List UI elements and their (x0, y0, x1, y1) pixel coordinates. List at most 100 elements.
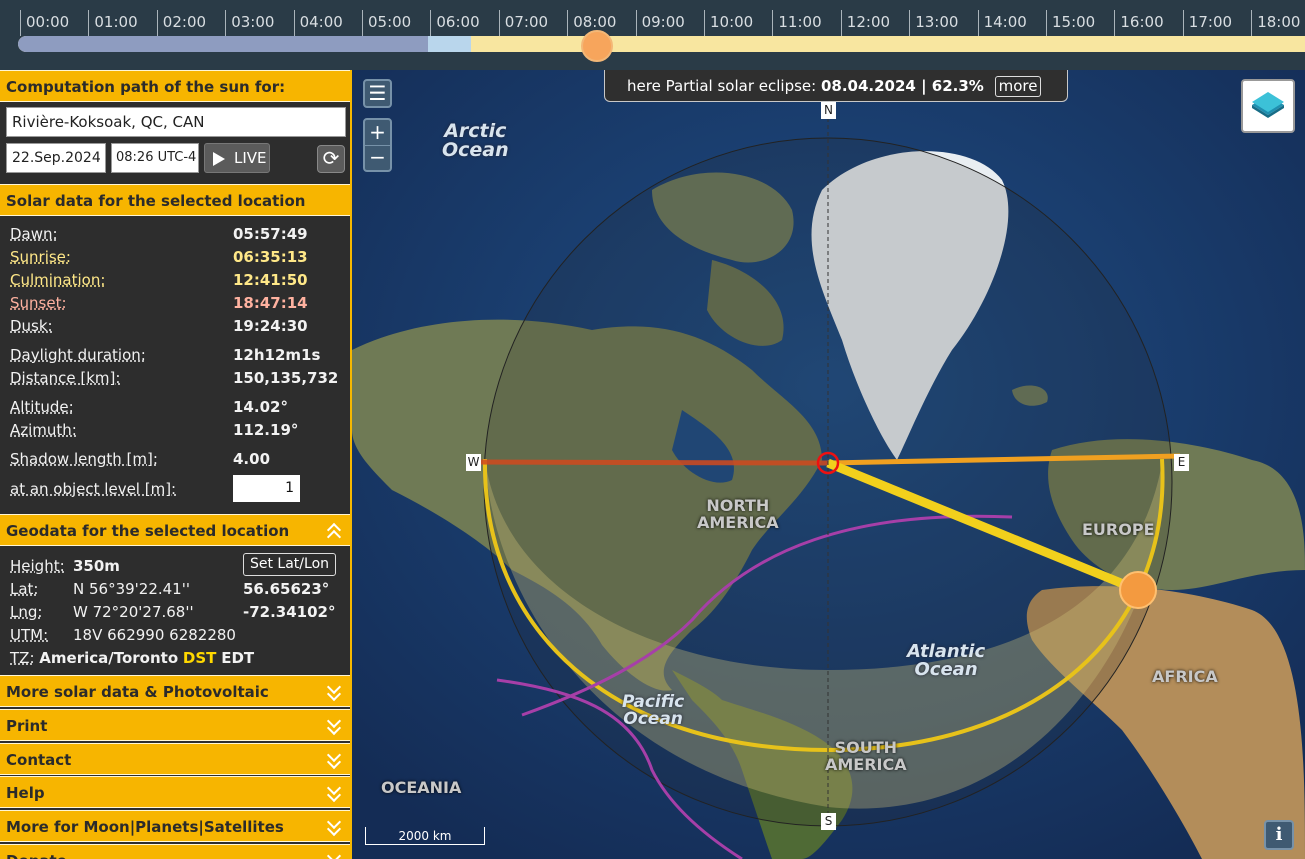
section-header-label: Contact (6, 750, 72, 769)
sidebar-panel: Computation path of the sun for: Rivière… (0, 70, 352, 859)
expand-icon (328, 784, 342, 802)
section-header[interactable]: More for Moon|Planets|Satellites (0, 810, 350, 843)
section-header[interactable]: Print (0, 708, 350, 741)
timeline-tick (156, 10, 158, 36)
daylight-value: 12h12m1s (233, 346, 321, 364)
timeline-tick (772, 10, 774, 36)
label-north-america-text: NORTH AMERICA (697, 496, 779, 532)
timeline-tick (293, 10, 295, 36)
sunset-direction-line (472, 459, 829, 466)
timeline-hour-label: 16:00 (1120, 13, 1164, 31)
utm-label[interactable]: UTM: (10, 626, 48, 644)
altitude-row: Altitude: (10, 398, 74, 416)
zoom-in-button[interactable]: + (365, 120, 390, 145)
section-header[interactable]: Help (0, 776, 350, 809)
timeline-twilight-segment (427, 36, 471, 52)
timeline-hour-label: 06:00 (436, 13, 480, 31)
section-header[interactable]: Donate (0, 844, 350, 859)
timeline-tick (1182, 10, 1184, 36)
height-row: Height: (10, 557, 65, 575)
time-slider-handle[interactable] (580, 30, 613, 62)
dusk-value: 19:24:30 (233, 317, 308, 335)
geodata-header-label: Geodata for the selected location (6, 522, 290, 540)
dusk-row: Dusk: (10, 317, 53, 335)
map-view[interactable]: Arctic Ocean NORTH AMERICA EUROPE Atlant… (352, 70, 1305, 859)
azimuth-label[interactable]: Azimuth: (10, 421, 77, 439)
set-latlon-button[interactable]: Set Lat/Lon (243, 553, 336, 576)
timeline-hour-label: 04:00 (299, 13, 343, 31)
timeline-hour-label: 02:00 (162, 13, 207, 31)
label-pacific-ocean-text: Pacific Ocean (622, 692, 685, 729)
timeline-tick (498, 10, 500, 36)
eclipse-prefix: here Partial solar eclipse: (627, 77, 821, 95)
object-level-label[interactable]: at an object level [m]: (10, 480, 176, 498)
location-input[interactable]: Rivière-Koksoak, QC, CAN (6, 107, 346, 137)
culmination-label[interactable]: Culmination: (10, 271, 105, 289)
timeline-hour-label: 03:00 (231, 13, 275, 31)
lng-dms: W 72°20'27.68'' (73, 603, 194, 621)
timeline-tick (1114, 10, 1116, 36)
timeline-tick (909, 10, 911, 36)
expand-icon (328, 852, 342, 859)
height-label[interactable]: Height: (10, 557, 65, 575)
timeline-tick (1046, 10, 1047, 36)
scale-bar: 2000 km (365, 827, 485, 845)
collapse-icon[interactable] (328, 522, 342, 540)
timeline-hour-label: 10:00 (710, 13, 754, 31)
timeline-night-segment (18, 36, 428, 52)
object-level-input[interactable]: 1 (233, 475, 300, 502)
eclipse-info-bar: here Partial solar eclipse: 08.04.2024 |… (604, 70, 1068, 102)
zoom-control: + − (363, 118, 392, 172)
date-input[interactable]: 22.Sep.2024 (6, 143, 106, 173)
live-button[interactable]: LIVE (204, 143, 270, 173)
time-input[interactable]: 08:26 UTC-4 (111, 143, 199, 173)
zoom-out-button[interactable]: − (365, 145, 390, 170)
refresh-button[interactable]: ⟳ (317, 145, 345, 173)
info-button[interactable]: i (1264, 820, 1294, 850)
tz-value: America/Toronto (39, 649, 179, 667)
timeline-track[interactable] (18, 36, 1305, 52)
daylight-label[interactable]: Daylight duration: (10, 346, 146, 364)
timeline-hour-label: 14:00 (983, 13, 1027, 31)
layers-button[interactable] (1241, 79, 1295, 133)
sunrise-label[interactable]: Sunrise: (10, 248, 71, 266)
sunrise-row: Sunrise: (10, 248, 71, 266)
eclipse-info: 08.04.2024 | 62.3% (820, 77, 984, 95)
utm-row: UTM: (10, 626, 48, 644)
timeline-hour-label: 05:00 (368, 13, 412, 31)
timeline-tick (362, 10, 363, 36)
section-header[interactable]: More solar data & Photovoltaic (0, 675, 350, 707)
tz-row: TZ: America/Toronto DST EDT (10, 649, 254, 667)
distance-value: 150,135,732 (233, 369, 339, 387)
lat-decimal: 56.65623° (243, 580, 330, 598)
geodata-header[interactable]: Geodata for the selected location (0, 514, 350, 546)
dusk-label[interactable]: Dusk: (10, 317, 53, 335)
altitude-label[interactable]: Altitude: (10, 398, 74, 416)
lng-label[interactable]: Lng: (10, 603, 42, 621)
play-icon (213, 152, 225, 166)
label-south-america-text: SOUTH AMERICA (825, 738, 907, 774)
distance-label[interactable]: Distance [km]: (10, 369, 120, 387)
lat-label[interactable]: Lat: (10, 580, 38, 598)
timeline-hour-label: 13:00 (915, 13, 959, 31)
timeline-hour-label: 01:00 (94, 13, 138, 31)
shadow-label[interactable]: Shadow length [m]: (10, 450, 158, 468)
eclipse-more-button[interactable]: more (994, 76, 1042, 97)
dawn-label[interactable]: Dawn: (10, 225, 58, 243)
label-south-america: SOUTH AMERICA (825, 738, 907, 774)
altitude-value: 14.02° (233, 398, 288, 416)
section-header[interactable]: Contact (0, 742, 350, 775)
menu-button[interactable]: ☰ (363, 79, 392, 108)
section-header-label: Print (6, 716, 48, 735)
section-header-label: More for Moon|Planets|Satellites (6, 818, 284, 837)
timeline[interactable]: 00:00 01:00 02:00 03:00 04:00 05:00 06:00 07:00… (0, 0, 1305, 70)
tz-label[interactable]: TZ: (10, 649, 35, 667)
sunrise-value: 06:35:13 (233, 248, 308, 266)
solar-data-header[interactable]: Solar data for the selected location (0, 184, 350, 216)
expand-icon (328, 717, 342, 735)
label-africa: AFRICA (1152, 667, 1218, 686)
lng-decimal: -72.34102° (243, 603, 336, 621)
sunset-label[interactable]: Sunset: (10, 294, 67, 312)
label-africa-text: AFRICA (1152, 667, 1218, 686)
lat-row: Lat: (10, 580, 38, 598)
